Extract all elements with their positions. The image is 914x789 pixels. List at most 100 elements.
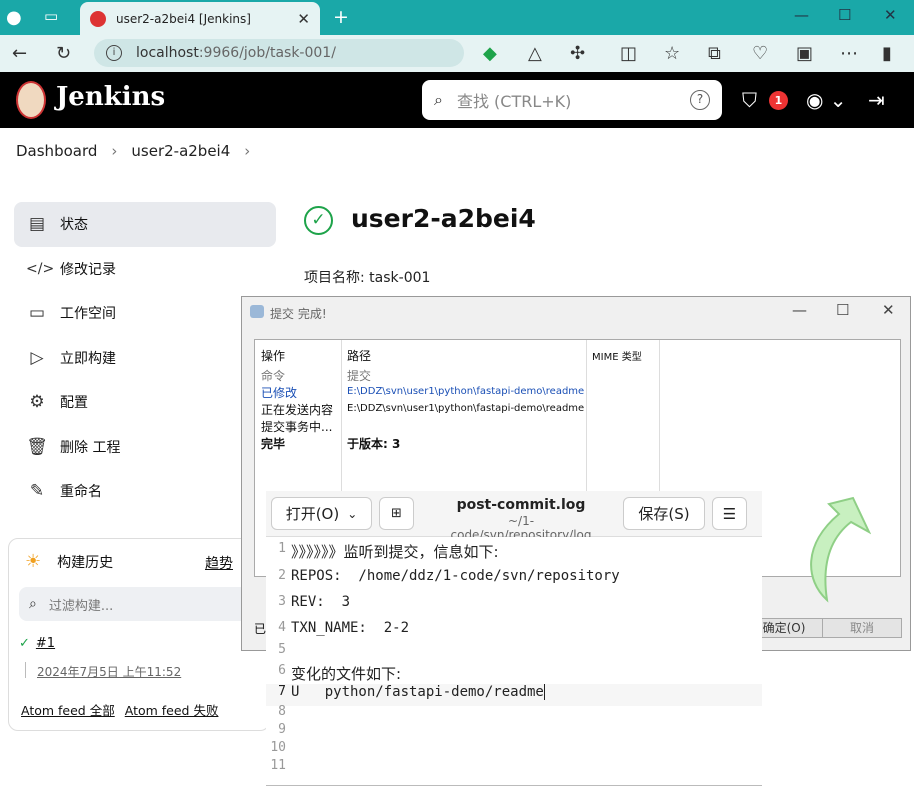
folder-icon: ▭ (28, 303, 46, 324)
gear-icon: ⚙ (29, 392, 45, 413)
more-icon[interactable]: ⋯ (840, 43, 858, 64)
editor-text-area[interactable]: 1 》》》》》》监听到提交，信息如下: 2 REPOS: /home/ddz/1… (266, 537, 762, 786)
minimize-icon[interactable]: — (794, 6, 809, 24)
trend-link[interactable]: 趋势 (205, 553, 233, 573)
help-icon[interactable]: ? (690, 90, 710, 110)
new-tab-icon[interactable]: + (333, 6, 349, 28)
maximize-icon[interactable]: ☐ (838, 6, 851, 24)
sidebar-item-status[interactable]: ▤ 状态 (14, 202, 276, 247)
line-number: 8 (278, 704, 286, 719)
sidebar: ▤ 状态 </> 修改记录 ▭ 工作空间 ▷ 立即构建 ⚙ 配置 🗑 删除 工程… (14, 202, 276, 514)
text-cursor (543, 684, 545, 700)
site-info-icon[interactable]: i (106, 45, 122, 61)
build-number-link[interactable]: #1 (36, 636, 55, 651)
chevron-down-icon: ⌄ (347, 506, 358, 521)
sun-weather-icon: ☀ (25, 551, 42, 572)
dialog-minimize-icon[interactable]: — (792, 301, 807, 319)
search-input[interactable]: 查找 (CTRL+K) (457, 88, 571, 112)
open-button-label: 打开(O) (285, 505, 340, 523)
address-bar-row: ← ↻ i localhost:9966/job/task-001/ ◆ △ ✣… (0, 35, 914, 72)
sidebar-item-label: 工作空间 (60, 306, 116, 323)
breadcrumb-dashboard[interactable]: Dashboard (16, 142, 97, 160)
column-header-path[interactable]: 路径 (347, 347, 371, 364)
sidebar-item-changes[interactable]: </> 修改记录 (14, 247, 276, 292)
success-check-icon: ✓ (19, 636, 30, 651)
url-path: :9966/job/task-001/ (198, 45, 336, 61)
breadcrumb-job[interactable]: user2-a2bei4 (131, 142, 230, 160)
favorites-icon[interactable]: ☆ (664, 43, 680, 64)
jenkins-title[interactable]: Jenkins (56, 82, 165, 112)
back-icon[interactable]: ← (12, 43, 27, 64)
sidebar-item-delete[interactable]: 🗑 删除 工程 (14, 425, 276, 470)
performance-icon[interactable]: ♡ (752, 43, 768, 64)
refresh-icon[interactable]: ↻ (56, 43, 71, 64)
sidebar-item-workspace[interactable]: ▭ 工作空间 (14, 291, 276, 336)
build-filter[interactable]: ⌕ 过滤构建... (19, 587, 269, 621)
row-path: 提交 (347, 369, 372, 383)
success-status-icon: ✓ (304, 206, 333, 235)
search-icon: ⌕ (434, 90, 443, 109)
build-history-header: ☀ 构建历史 (25, 551, 113, 572)
split-screen-icon[interactable]: ◫ (620, 43, 637, 64)
browser-tab-jenkins[interactable]: user2-a2bei4 [Jenkins] ✕ (80, 2, 320, 35)
sidebar-item-build-now[interactable]: ▷ 立即构建 (14, 336, 276, 381)
editor-line-current: 7 U python/fastapi-demo/readme (266, 684, 762, 706)
logout-icon[interactable]: ⇥ (868, 88, 885, 112)
line-text: REV: 3 (291, 594, 351, 610)
editor-line: 11 (266, 758, 762, 780)
new-document-icon: ⊞ (391, 506, 402, 521)
editor-line: 1 》》》》》》监听到提交，信息如下: (266, 541, 762, 563)
sidebar-item-configure[interactable]: ⚙ 配置 (14, 380, 276, 425)
tab-actions-icon[interactable]: ▭ (44, 7, 58, 25)
line-number: 10 (270, 740, 286, 755)
line-number: 4 (278, 620, 286, 635)
build-timeline-line (25, 662, 26, 678)
sidebar-item-label: 修改记录 (60, 261, 116, 278)
profile-icon[interactable]: ● (6, 7, 22, 28)
hamburger-menu-button[interactable]: ☰ (712, 497, 747, 530)
sidebar-item-rename[interactable]: ✎ 重命名 (14, 469, 276, 514)
search-box[interactable]: ⌕ 查找 (CTRL+K) ? (422, 80, 722, 120)
dialog-close-icon[interactable]: ✕ (882, 301, 895, 319)
jenkins-logo[interactable] (16, 81, 46, 119)
collections-icon[interactable]: ⧉ (708, 43, 721, 64)
search-icon: ⌕ (29, 596, 37, 612)
new-tab-button[interactable]: ⊞ (379, 497, 414, 530)
column-header-action[interactable]: 操作 (261, 347, 285, 364)
commit-dialog-title: 提交 完成! (270, 307, 327, 321)
cancel-button[interactable]: 取消 (822, 618, 902, 638)
build-date-link[interactable]: 2024年7月5日 上午11:52 (37, 663, 181, 680)
code-icon: </> (26, 260, 55, 277)
tortoise-svn-icon (250, 305, 264, 318)
dialog-maximize-icon[interactable]: ☐ (836, 301, 849, 319)
jenkins-favicon (90, 10, 106, 27)
sidebar-toggle-icon[interactable]: ▮ (882, 43, 892, 64)
breadcrumb-chevron-icon[interactable]: › (244, 142, 250, 160)
extension-icon[interactable]: △ (528, 43, 542, 64)
shield-extension-icon[interactable]: ◆ (483, 43, 497, 64)
column-header-mime[interactable]: MIME 类型 (592, 348, 642, 363)
atom-feed-all-link[interactable]: Atom feed 全部 (21, 700, 115, 719)
project-name: 项目名称: task-001 (304, 270, 431, 286)
workspaces-icon[interactable]: ▣ (796, 43, 813, 64)
play-icon: ▷ (30, 347, 44, 368)
security-shield-icon[interactable]: ⛉ (742, 88, 757, 112)
editor-file-name: post-commit.log (456, 497, 586, 513)
notification-badge[interactable]: 1 (769, 91, 788, 110)
open-button[interactable]: 打开(O) ⌄ (271, 497, 372, 530)
build-entry: ✓ #1 (19, 636, 55, 651)
save-button[interactable]: 保存(S) (623, 497, 705, 530)
line-number: 11 (270, 758, 286, 773)
close-window-icon[interactable]: ✕ (884, 6, 897, 24)
close-tab-icon[interactable]: ✕ (297, 10, 310, 28)
url-field[interactable]: i localhost:9966/job/task-001/ (94, 39, 464, 67)
row-path: E:\DDZ\svn\user1\python\fastapi-demo\rea… (347, 386, 585, 397)
trash-icon: 🗑 (26, 436, 48, 457)
dialog-status-text: 已 (254, 622, 267, 636)
user-icon[interactable]: ◉ ⌄ (806, 88, 847, 112)
sidebar-item-label: 重命名 (60, 484, 102, 501)
row-action: 正在发送内容 (261, 403, 334, 417)
atom-feed-failed-link[interactable]: Atom feed 失败 (125, 700, 219, 719)
build-filter-input[interactable]: 过滤构建... (49, 595, 113, 614)
puzzle-icon[interactable]: ✣ (570, 43, 585, 64)
